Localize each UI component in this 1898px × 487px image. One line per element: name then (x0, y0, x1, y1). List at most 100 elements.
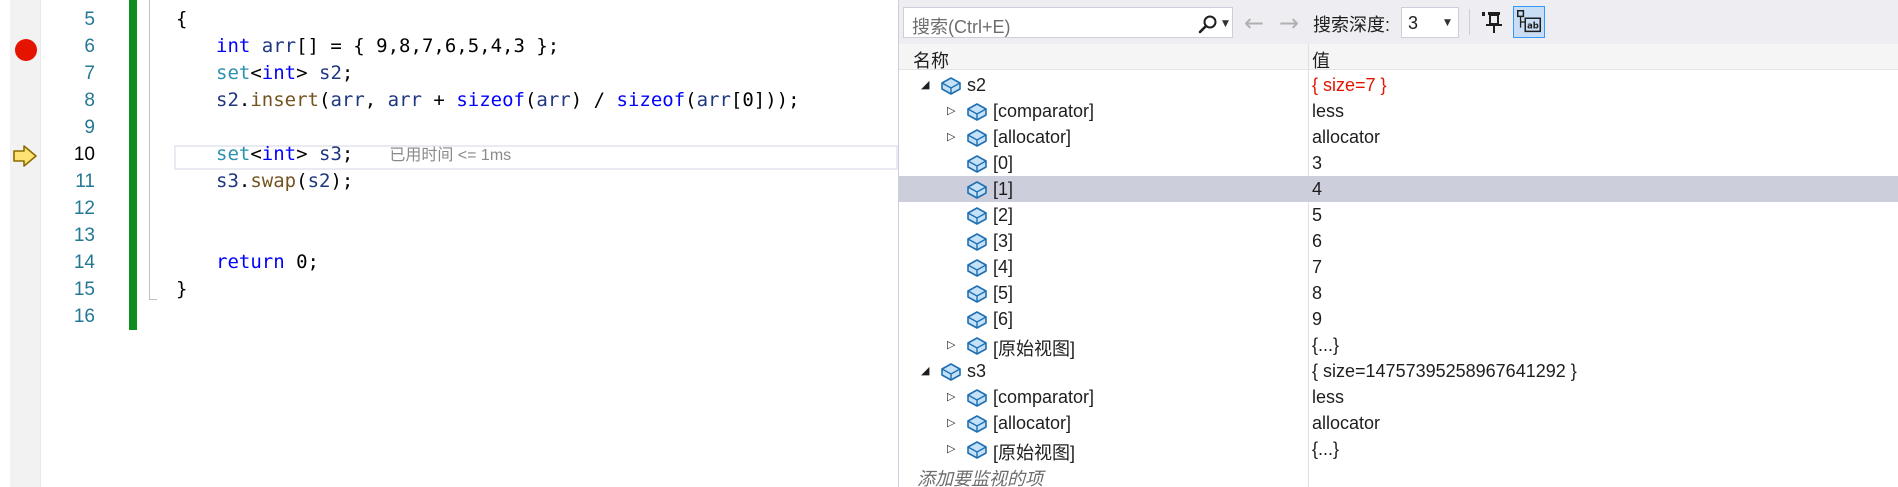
code-line[interactable]: 14 return 0; (0, 249, 898, 276)
watch-value[interactable]: less (1312, 387, 1344, 408)
watch-name[interactable]: [4] (993, 257, 1013, 278)
expand-triangle-icon[interactable]: ▷ (947, 131, 955, 143)
watch-name[interactable]: [3] (993, 231, 1013, 252)
watch-value[interactable]: allocator (1312, 413, 1380, 434)
watch-value[interactable]: 5 (1312, 205, 1322, 226)
perf-tip-elapsed-time[interactable]: 已用时间 <= 1ms (389, 147, 511, 164)
code-line[interactable]: 10 set<int> s3; 已用时间 <= 1ms (0, 141, 898, 168)
watch-value[interactable]: less (1312, 101, 1344, 122)
watch-toolbar: 搜索(Ctrl+E) ▼ ← → 搜索深度: 3 ▼ ab (899, 0, 1898, 44)
code-token: ) / (570, 89, 617, 111)
code-line[interactable]: 13 (0, 222, 898, 249)
code-token: int (261, 143, 297, 165)
search-input[interactable]: 搜索(Ctrl+E) ▼ (903, 7, 1233, 38)
code-editor[interactable]: 5{6 int arr[] = { 9,8,7,6,5,4,3 }; 7 set<in… (0, 0, 898, 487)
watch-name[interactable]: [allocator] (993, 127, 1071, 148)
code-line[interactable]: 16 (0, 303, 898, 330)
variable-cube-icon (965, 386, 989, 408)
watch-row[interactable]: [0] 3 (899, 150, 1898, 176)
watch-name[interactable]: [0] (993, 153, 1013, 174)
search-options-chevron-icon[interactable]: ▼ (1222, 19, 1229, 29)
back-arrow-icon[interactable]: ← (1244, 9, 1264, 37)
watch-name[interactable]: [1] (993, 179, 1013, 200)
code-text[interactable]: s2.insert(arr, arr + sizeof(arr) / sizeo… (216, 87, 800, 114)
watch-row[interactable]: [6] 9 (899, 306, 1898, 332)
watch-row[interactable]: [3] 6 (899, 228, 1898, 254)
pin-icon[interactable] (1477, 7, 1507, 37)
watch-value[interactable]: { size=7 } (1312, 75, 1387, 96)
watch-name[interactable]: [comparator] (993, 101, 1094, 122)
watch-name[interactable]: [allocator] (993, 413, 1071, 434)
add-watch-row[interactable]: 添加要监视的项 (899, 462, 1898, 487)
expand-triangle-icon[interactable]: ▷ (947, 417, 955, 429)
code-line[interactable]: 8 s2.insert(arr, arr + sizeof(arr) / size… (0, 87, 898, 114)
search-depth-select[interactable]: 3 ▼ (1401, 7, 1459, 38)
code-line[interactable]: 7 set<int> s2; (0, 60, 898, 87)
watch-row[interactable]: ▷ [allocator] allocator (899, 124, 1898, 150)
code-line[interactable]: 9 (0, 114, 898, 141)
watch-row[interactable]: ◢ s3 { size=14757395258967641292 } (899, 358, 1898, 384)
watch-row[interactable]: [1] 4 (899, 176, 1898, 202)
code-text[interactable]: set<int> s2; (216, 60, 353, 87)
watch-value[interactable]: allocator (1312, 127, 1380, 148)
code-token: insert (250, 89, 319, 111)
watch-value[interactable]: 6 (1312, 231, 1322, 252)
watch-row[interactable]: [4] 7 (899, 254, 1898, 280)
expand-triangle-icon[interactable]: ▷ (947, 443, 955, 455)
code-token: arr (261, 35, 297, 57)
variable-cube-icon (965, 308, 989, 330)
execution-pointer-icon[interactable] (12, 144, 38, 168)
watch-value[interactable]: {...} (1312, 439, 1339, 460)
code-text[interactable]: return 0; (216, 249, 319, 276)
code-text[interactable]: { (176, 6, 187, 33)
code-line[interactable]: 12 (0, 195, 898, 222)
hex-display-toggle[interactable]: ab (1513, 6, 1545, 38)
code-text[interactable]: int arr[] = { 9,8,7,6,5,4,3 }; (216, 33, 559, 60)
watch-row[interactable]: [2] 5 (899, 202, 1898, 228)
code-line[interactable]: 6 int arr[] = { 9,8,7,6,5,4,3 }; (0, 33, 898, 60)
line-number: 9 (84, 117, 95, 138)
watch-name[interactable]: s2 (967, 75, 986, 96)
variable-cube-icon (965, 438, 989, 460)
code-text[interactable]: set<int> s3; 已用时间 <= 1ms (216, 141, 511, 169)
collapse-triangle-icon[interactable]: ◢ (921, 79, 929, 91)
watch-value[interactable]: 8 (1312, 283, 1322, 304)
watch-value[interactable]: {...} (1312, 335, 1339, 356)
value-column-header[interactable]: 值 (1312, 47, 1330, 73)
name-column-header[interactable]: 名称 (913, 47, 949, 73)
code-line[interactable]: 15} (0, 276, 898, 303)
variable-cube-icon (965, 282, 989, 304)
code-token: ( (524, 89, 537, 111)
add-watch-placeholder[interactable]: 添加要监视的项 (917, 465, 1043, 487)
watch-row[interactable]: ▷ [原始视图] {...} (899, 332, 1898, 359)
code-text[interactable]: s3.swap(s2); (216, 168, 353, 195)
watch-row[interactable]: ▷ [comparator] less (899, 384, 1898, 410)
watch-row[interactable]: ▷ [allocator] allocator (899, 410, 1898, 436)
expand-triangle-icon[interactable]: ▷ (947, 105, 955, 117)
watch-value[interactable]: 4 (1312, 179, 1322, 200)
watch-name[interactable]: [6] (993, 309, 1013, 330)
code-line[interactable]: 11 s3.swap(s2); (0, 168, 898, 195)
forward-arrow-icon[interactable]: → (1279, 9, 1299, 37)
watch-name[interactable]: [5] (993, 283, 1013, 304)
watch-name[interactable]: [comparator] (993, 387, 1094, 408)
watch-row[interactable]: [5] 8 (899, 280, 1898, 306)
watch-value[interactable]: 3 (1312, 153, 1322, 174)
code-text[interactable]: } (176, 276, 187, 303)
watch-value[interactable]: 7 (1312, 257, 1322, 278)
watch-name[interactable]: s3 (967, 361, 986, 382)
watch-row[interactable]: ▷ [comparator] less (899, 98, 1898, 124)
code-token: sizeof (456, 89, 525, 111)
watch-value[interactable]: 9 (1312, 309, 1322, 330)
watch-row[interactable]: ◢ s2 { size=7 } (899, 72, 1898, 98)
expand-triangle-icon[interactable]: ▷ (947, 391, 955, 403)
search-icon[interactable] (1197, 14, 1219, 34)
code-line[interactable]: 5{ (0, 6, 898, 33)
breakpoint-icon[interactable] (15, 39, 37, 61)
watch-row[interactable]: ▷ [原始视图] {...} (899, 436, 1898, 463)
collapse-triangle-icon[interactable]: ◢ (921, 365, 929, 377)
watch-value[interactable]: { size=14757395258967641292 } (1312, 361, 1577, 382)
expand-triangle-icon[interactable]: ▷ (947, 339, 955, 351)
watch-name[interactable]: [2] (993, 205, 1013, 226)
code-token: s3 (319, 143, 342, 165)
